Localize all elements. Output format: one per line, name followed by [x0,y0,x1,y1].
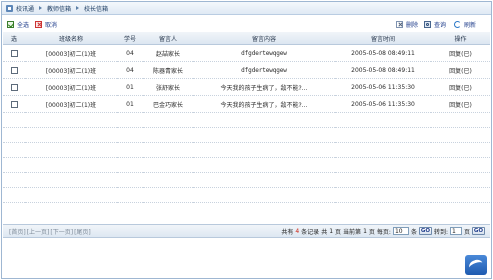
empty-row [3,142,490,158]
table-row[interactable]: [00003]初二(1)班 01 张舒家长 今天我的孩子生病了，敌不能?... … [3,78,490,96]
empty-row [3,157,490,173]
cell-time: 2005-05-06 11:35:30 [335,78,431,96]
chevron-right-icon [76,6,80,10]
column-header-class[interactable]: 班级名称 [25,32,117,45]
cell-time: 2005-05-06 11:35:30 [335,95,431,113]
cell-student-no: 04 [117,61,143,79]
per-page-input[interactable]: 10 [392,227,409,235]
column-header-student-no[interactable]: 学号 [117,32,143,45]
app-logo [465,255,487,275]
cell-class: [00003]初二(1)班 [25,78,117,96]
total-prefix: 共有 [281,228,294,236]
breadcrumb: 校讯通 教师信箱 校长信箱 [2,2,491,15]
refresh-label: 刷新 [464,22,477,29]
pages-suffix: 页 [335,228,342,236]
delete-icon [396,21,403,28]
pages-prefix: 共 [321,228,328,236]
reply-link[interactable]: 回复(已) [431,78,490,96]
search-button[interactable]: 查询 [424,20,446,29]
toolbar: 全选 取消 删除 查询 刷新 [2,18,491,32]
cell-author: 赵喆家长 [143,44,193,62]
pager-links: [首页] [上一页] [下一页] [尾页] [9,227,91,236]
table-header-row: 选 班级名称 学号 留言人 留言内容 留言时间 操作 [3,32,490,45]
cell-author: 陈器青家长 [143,61,193,79]
cell-content[interactable]: 今天我的孩子生病了，敌不能?... [193,95,335,113]
current-suffix: 页 [368,228,375,236]
cell-student-no: 01 [117,95,143,113]
table-row[interactable]: [00003]初二(1)班 04 赵喆家长 dfgdertewqgew 2005… [3,44,490,62]
refresh-button[interactable]: 刷新 [454,20,476,29]
cell-time: 2005-05-08 08:49:11 [335,44,431,62]
cell-content[interactable]: dfgdertewqgew [193,61,335,79]
breadcrumb-item[interactable]: 教师信箱 [47,4,71,13]
per-page-label: 每页: [376,228,391,236]
next-page-link[interactable]: [下一页] [50,227,73,236]
cell-author: 巴金巧家长 [143,95,193,113]
message-table: 选 班级名称 学号 留言人 留言内容 留言时间 操作 [00003]初二(1)班… [3,32,490,203]
breadcrumb-current: 校长信箱 [84,5,109,13]
empty-row [3,112,490,128]
table-row[interactable]: [00003]初二(1)班 01 巴金巧家长 今天我的孩子生病了，敌不能?...… [3,95,490,113]
checkmark-icon [7,21,14,28]
column-header-action: 操作 [431,32,490,45]
cell-student-no: 04 [117,44,143,62]
row-checkbox[interactable] [10,49,18,57]
select-all-label: 全选 [17,22,30,29]
cell-time: 2005-05-08 08:49:11 [335,61,431,79]
column-header-content[interactable]: 留言内容 [193,32,335,45]
first-page-link[interactable]: [首页] [9,227,26,236]
reply-link[interactable]: 回复(已) [431,61,490,79]
total-records: 4 [295,227,300,235]
current-prefix: 当前第 [343,228,362,236]
search-label: 查询 [434,22,447,29]
row-checkbox[interactable] [10,100,18,108]
row-checkbox[interactable] [10,83,18,91]
total-pages: 1 [329,227,334,235]
cancel-label: 取消 [45,22,58,29]
empty-row [3,187,490,203]
per-page-go-button[interactable]: GO [418,227,432,235]
jump-go-button[interactable]: GO [472,227,485,235]
table-row[interactable]: [00003]初二(1)班 04 陈器青家长 dfgdertewqgew 200… [3,61,490,79]
refresh-icon [454,21,461,28]
cell-content[interactable]: 今天我的孩子生病了，敌不能?... [193,78,335,96]
pager-stats: 共有 4 条记录 共1页 当前第 1 页 每页: 10 条 GO 转到: 1 页 GO [281,227,485,236]
pagination-bar: [首页] [上一页] [下一页] [尾页] 共有 4 条记录 共1页 当前第 1 页 每… [3,224,490,238]
chevron-right-icon [39,6,43,10]
jump-unit: 页 [463,228,470,236]
cell-class: [00003]初二(1)班 [25,44,117,62]
delete-button[interactable]: 删除 [396,20,418,29]
last-page-link[interactable]: [尾页] [74,227,91,236]
column-header-time[interactable]: 留言时间 [335,32,431,45]
jump-page-input[interactable]: 1 [449,227,462,235]
breadcrumb-item[interactable]: 校讯通 [16,4,34,13]
current-page: 1 [363,227,367,235]
cell-class: [00003]初二(1)班 [25,61,117,79]
reply-link[interactable]: 回复(已) [431,95,490,113]
column-header-author[interactable]: 留言人 [143,32,193,45]
column-header-select: 选 [3,32,25,45]
empty-row [3,172,490,188]
search-icon [424,21,431,28]
page-frame: 校讯通 教师信箱 校长信箱 全选 取消 删除 查询 刷新 选 班级名称 学号 留… [1,1,492,279]
home-icon [6,4,13,12]
close-icon [35,21,42,28]
cell-class: [00003]初二(1)班 [25,95,117,113]
cell-content[interactable]: dfgdertewqgew [193,44,335,62]
cell-student-no: 01 [117,78,143,96]
delete-label: 删除 [406,22,419,29]
row-checkbox[interactable] [10,66,18,74]
select-all-button[interactable]: 全选 [7,20,29,29]
prev-page-link[interactable]: [上一页] [27,227,50,236]
empty-row [3,127,490,143]
reply-link[interactable]: 回复(已) [431,44,490,62]
per-page-unit: 条 [410,228,417,236]
cancel-button[interactable]: 取消 [35,20,57,29]
total-suffix: 条记录 [301,228,320,236]
cell-author: 张舒家长 [143,78,193,96]
jump-label: 转到: [433,228,448,236]
